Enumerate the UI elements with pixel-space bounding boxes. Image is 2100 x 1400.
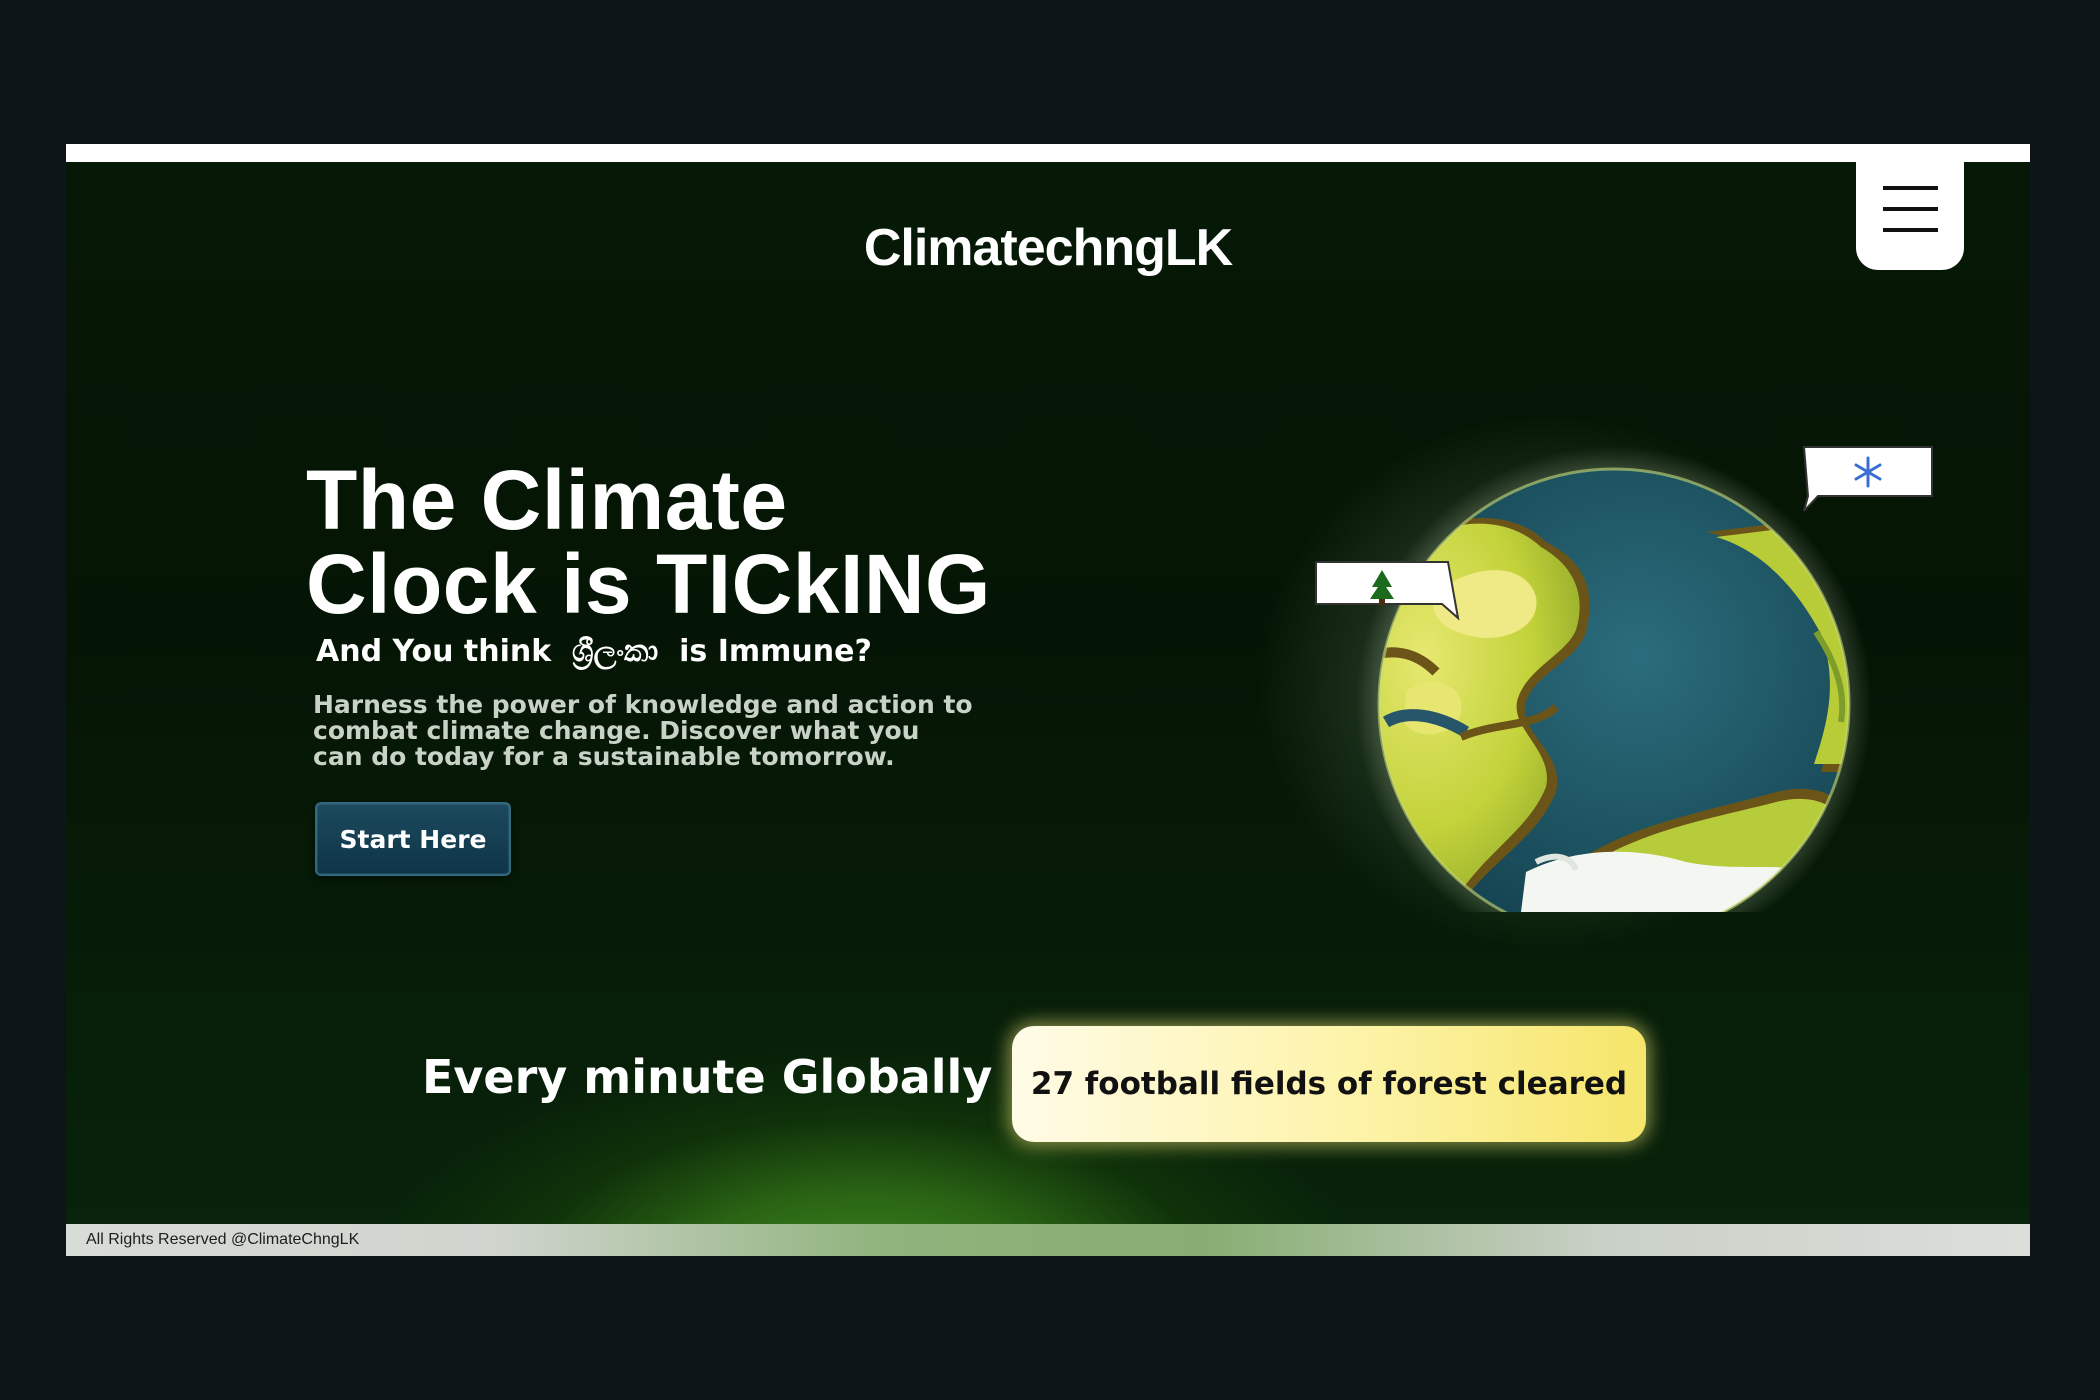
hamburger-menu-icon xyxy=(1883,207,1938,211)
page-title-line-2: Clock is TICkING xyxy=(306,537,991,631)
footer: All Rights Reserved @ClimateChngLK xyxy=(66,1224,2030,1256)
stat-card[interactable]: 27 football fields of forest cleared xyxy=(1012,1026,1646,1142)
brand-logo[interactable]: ClimatechngLK xyxy=(66,218,2030,278)
every-minute-label: Every minute Globally xyxy=(422,1050,993,1104)
snowflake-bubble xyxy=(1802,446,1933,512)
tree-trunk xyxy=(1379,599,1385,605)
start-here-button[interactable]: Start Here xyxy=(315,802,511,876)
hamburger-menu-button[interactable] xyxy=(1856,162,1964,270)
hamburger-menu-icon xyxy=(1883,228,1938,232)
hero-description: Harness the power of knowledge and actio… xyxy=(313,690,973,771)
globe-illustration xyxy=(1315,446,1933,912)
hero-section: ClimatechngLK The Climate Clock is TICkI… xyxy=(66,162,2030,1224)
page-title: The Climate Clock is TICkING xyxy=(306,458,991,626)
hamburger-menu-icon xyxy=(1883,186,1938,190)
stat-card-text: 27 football fields of forest cleared xyxy=(1030,1066,1628,1102)
footer-copyright: All Rights Reserved @ClimateChngLK xyxy=(86,1231,360,1248)
hero-subheading: And You think ශ්‍රීලංකා is Immune? xyxy=(316,634,872,669)
page-title-line-1: The Climate xyxy=(306,453,788,547)
